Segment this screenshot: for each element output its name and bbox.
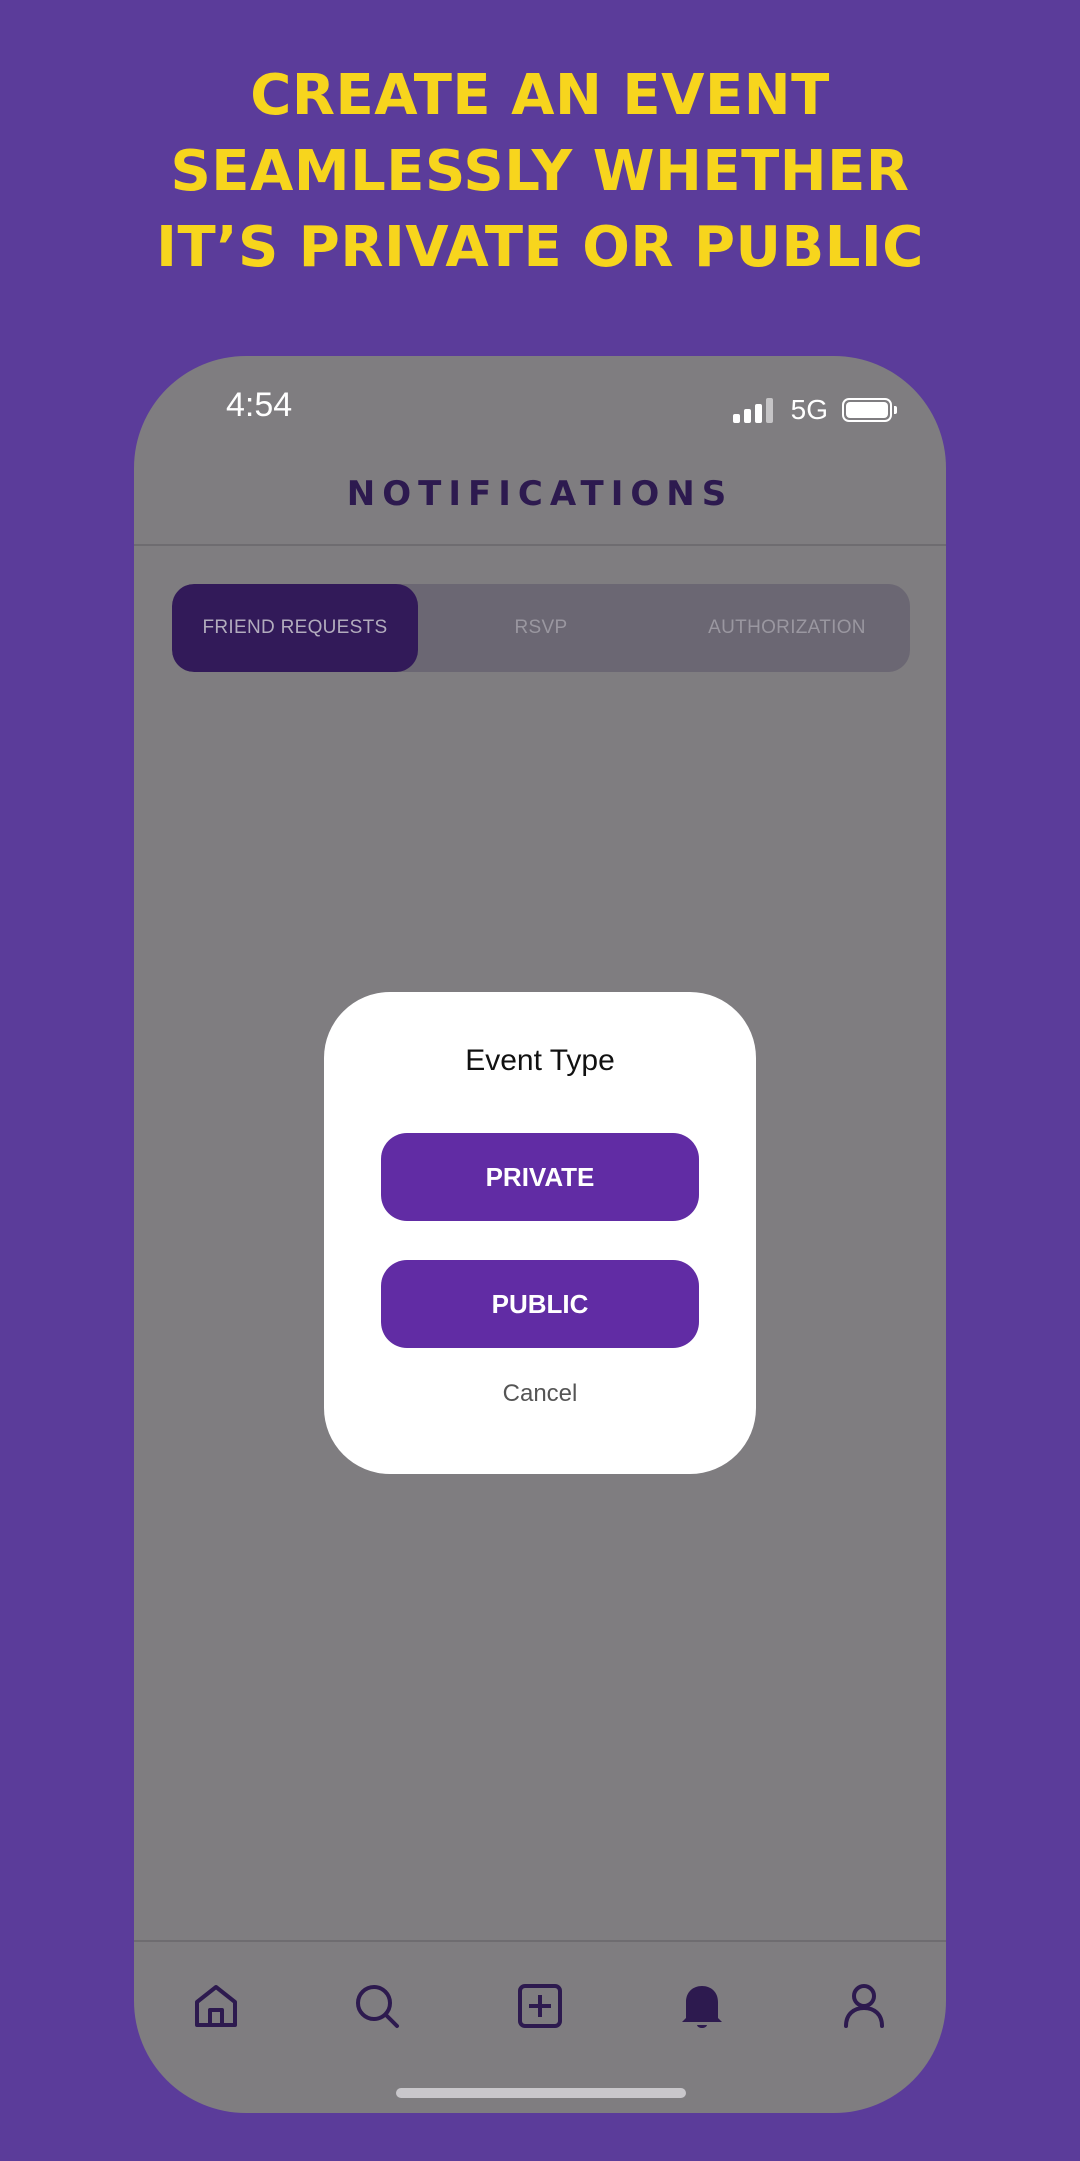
signal-icon: [732, 397, 777, 423]
headline-line-2: SEAMLESSLY WHETHER: [170, 139, 910, 204]
notification-tabs: FRIEND REQUESTS RSVP AUTHORIZATION: [172, 584, 910, 672]
phone-screen: 4:54 5G NOTIFICATIONS FRIEND REQUESTS RS…: [134, 356, 946, 2113]
home-indicator[interactable]: [396, 2088, 686, 2098]
private-button[interactable]: PRIVATE: [381, 1133, 699, 1221]
promo-headline: CREATE AN EVENT SEAMLESSLY WHETHER IT’S …: [0, 58, 1080, 286]
dialog-title: Event Type: [465, 1044, 615, 1077]
battery-icon: [842, 398, 897, 422]
add-square-icon: [518, 1984, 562, 2028]
cancel-button[interactable]: Cancel: [324, 1380, 756, 1408]
public-button[interactable]: PUBLIC: [381, 1260, 699, 1348]
nav-divider: [134, 1940, 946, 1942]
nav-search[interactable]: [337, 1966, 417, 2046]
nav-home[interactable]: [176, 1966, 256, 2046]
tab-rsvp[interactable]: RSVP: [418, 584, 664, 672]
status-indicators: 5G: [732, 394, 897, 426]
bottom-nav: [134, 1956, 946, 2056]
event-type-dialog: Event Type PRIVATE PUBLIC Cancel: [324, 992, 756, 1474]
bell-icon: [682, 1986, 722, 2028]
page-title: NOTIFICATIONS: [346, 474, 734, 514]
status-time: 4:54: [226, 386, 293, 424]
search-icon: [356, 1985, 399, 2028]
home-icon: [195, 1985, 237, 2027]
nav-create[interactable]: [500, 1966, 580, 2046]
tab-authorization[interactable]: AUTHORIZATION: [664, 584, 910, 672]
tab-friend-requests[interactable]: FRIEND REQUESTS: [172, 584, 418, 672]
profile-icon: [844, 1984, 884, 2028]
network-label: 5G: [790, 394, 828, 425]
header-divider: [134, 544, 946, 546]
headline-line-1: CREATE AN EVENT: [250, 63, 830, 128]
nav-profile[interactable]: [824, 1966, 904, 2046]
nav-notifications[interactable]: [662, 1966, 742, 2046]
headline-line-3: IT’S PRIVATE OR PUBLIC: [156, 215, 924, 280]
